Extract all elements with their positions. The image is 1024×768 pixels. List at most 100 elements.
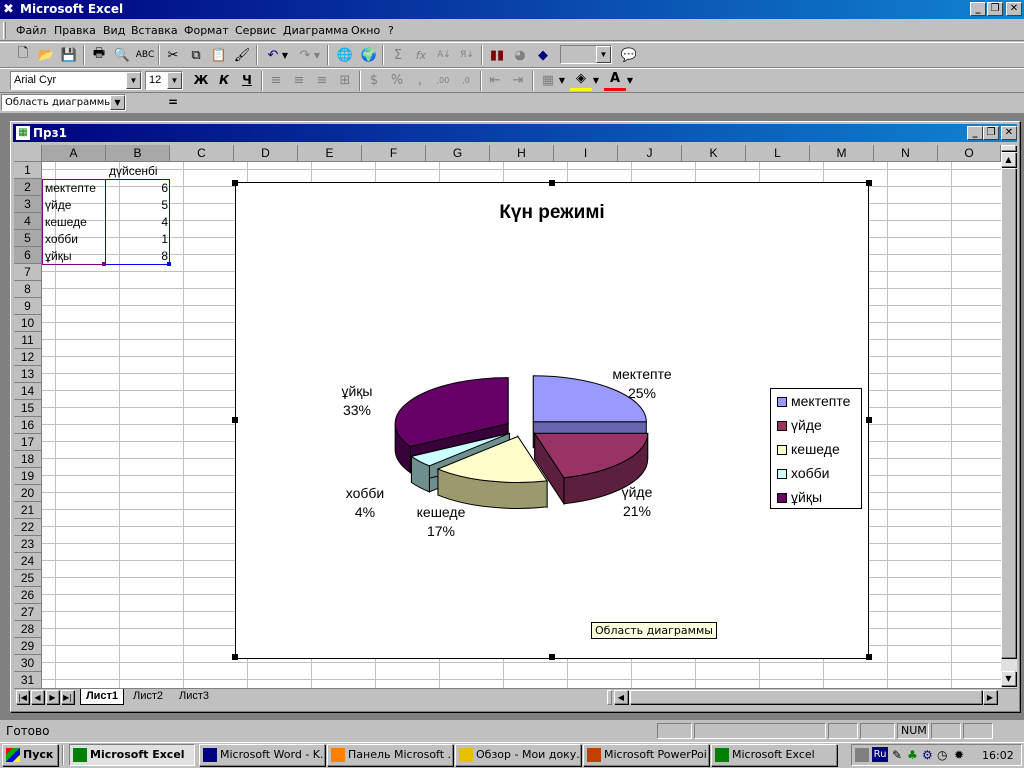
tray-icon-2[interactable]: ♣ [907, 748, 918, 762]
column-header-H[interactable]: H [490, 145, 554, 162]
tray-icon-4[interactable]: ✹ [954, 748, 964, 762]
column-header-J[interactable]: J [618, 145, 682, 162]
row-header-20[interactable]: 20 [14, 485, 42, 502]
font-combo[interactable]: Arial Cyr ▼ [10, 71, 142, 90]
network-icon[interactable] [855, 748, 869, 762]
comma-icon[interactable]: , [409, 69, 431, 91]
borders-dropdown-icon[interactable]: ▼ [557, 69, 567, 91]
menu-edit[interactable]: Правка [54, 22, 96, 40]
tab-split-bar[interactable] [607, 690, 612, 705]
column-header-N[interactable]: N [874, 145, 938, 162]
align-center-icon[interactable]: ≡ [288, 69, 310, 91]
workbook-minimize-button[interactable]: _ [967, 126, 983, 140]
decrease-indent-icon[interactable]: ⇤ [484, 69, 506, 91]
row-header-28[interactable]: 28 [14, 621, 42, 638]
font-size-combo[interactable]: 12 ▼ [145, 71, 183, 90]
clock[interactable]: 16:02 [982, 749, 1014, 762]
vscroll-up-icon[interactable]: ▲ [1001, 152, 1016, 167]
print-icon[interactable]: 🖶 [88, 44, 110, 66]
task-excel-2[interactable]: Microsoft Excel [711, 744, 837, 766]
vscroll-down-icon[interactable]: ▼ [1001, 671, 1016, 686]
row-header-5[interactable]: 5 [14, 230, 42, 247]
name-box-dropdown-icon[interactable]: ▼ [110, 95, 125, 110]
new-icon[interactable]: 🗋 [12, 44, 34, 66]
font-color-dropdown-icon[interactable]: ▼ [625, 69, 635, 91]
row-header-23[interactable]: 23 [14, 536, 42, 553]
paste-icon[interactable]: 📋 [208, 44, 230, 66]
row-header-9[interactable]: 9 [14, 298, 42, 315]
borders-icon[interactable]: ▦ [537, 69, 559, 91]
menu-view[interactable]: Вид [103, 22, 125, 40]
fill-dropdown-icon[interactable]: ▼ [591, 69, 601, 91]
tray-icon-3[interactable]: ⚙ [922, 748, 933, 762]
row-header-4[interactable]: 4 [14, 213, 42, 230]
row-header-17[interactable]: 17 [14, 434, 42, 451]
column-header-F[interactable]: F [362, 145, 426, 162]
workbook-restore-button[interactable]: ❐ [983, 126, 999, 140]
hscroll-left-icon[interactable]: ◀ [614, 690, 628, 704]
font-dropdown-icon[interactable]: ▼ [126, 72, 141, 89]
sort-asc-icon[interactable]: A↓ [433, 44, 455, 66]
restore-button[interactable]: ❐ [987, 2, 1003, 16]
column-header-K[interactable]: K [682, 145, 746, 162]
align-right-icon[interactable]: ≡ [311, 69, 333, 91]
row-header-19[interactable]: 19 [14, 468, 42, 485]
office-assistant-icon[interactable]: 💬 [618, 44, 640, 66]
row-header-16[interactable]: 16 [14, 417, 42, 434]
prev-sheet-icon[interactable]: ◀ [31, 690, 44, 704]
next-sheet-icon[interactable]: ▶ [46, 690, 59, 704]
bold-icon[interactable]: Ж [190, 69, 212, 91]
range-handle[interactable] [167, 262, 171, 266]
merge-center-icon[interactable]: ⊞ [334, 69, 356, 91]
web-toolbar-icon[interactable]: 🌍 [358, 44, 380, 66]
row-header-31[interactable]: 31 [14, 672, 42, 689]
row-header-25[interactable]: 25 [14, 570, 42, 587]
drawing-icon[interactable]: ◆ [532, 44, 554, 66]
task-word[interactable]: Microsoft Word - K... [199, 744, 325, 766]
menu-tools[interactable]: Сервис [235, 22, 276, 40]
row-header-6[interactable]: 6 [14, 247, 42, 264]
column-header-O[interactable]: O [938, 145, 1001, 162]
formula-input[interactable] [182, 94, 1022, 111]
row-header-15[interactable]: 15 [14, 400, 42, 417]
row-header-10[interactable]: 10 [14, 315, 42, 332]
italic-icon[interactable]: К [213, 69, 235, 91]
column-header-A[interactable]: A [42, 145, 106, 162]
map-icon[interactable]: ◕ [509, 44, 531, 66]
spelling-icon[interactable]: ABC [134, 44, 156, 66]
row-header-3[interactable]: 3 [14, 196, 42, 213]
tray-clock-icon[interactable]: ◷ [937, 748, 947, 762]
column-header-B[interactable]: B [106, 145, 170, 162]
row-header-18[interactable]: 18 [14, 451, 42, 468]
underline-icon[interactable]: Ч [236, 69, 258, 91]
vscroll-thumb[interactable] [1001, 168, 1016, 658]
print-preview-icon[interactable]: 🔍 [111, 44, 133, 66]
row-header-30[interactable]: 30 [14, 655, 42, 672]
sort-desc-icon[interactable]: Я↓ [456, 44, 478, 66]
size-dropdown-icon[interactable]: ▼ [167, 72, 182, 89]
column-header-M[interactable]: M [810, 145, 874, 162]
increase-decimal-icon[interactable]: ,00 [432, 69, 454, 91]
percent-icon[interactable]: % [386, 69, 408, 91]
format-painter-icon[interactable]: 🖌 [231, 44, 253, 66]
row-header-1[interactable]: 1 [14, 162, 42, 179]
task-explorer[interactable]: Обзор - Мои доку... [455, 744, 581, 766]
cut-icon[interactable]: ✂ [162, 44, 184, 66]
task-office-panel[interactable]: Панель Microsoft ... [327, 744, 453, 766]
row-header-24[interactable]: 24 [14, 553, 42, 570]
first-sheet-icon[interactable]: |◀ [16, 690, 29, 704]
select-all-corner[interactable] [14, 145, 42, 162]
column-header-G[interactable]: G [426, 145, 490, 162]
column-header-L[interactable]: L [746, 145, 810, 162]
sheet-tab-list3[interactable]: Лист3 [172, 689, 216, 705]
decrease-decimal-icon[interactable]: ,0 [455, 69, 477, 91]
name-box[interactable]: Область диаграммы ▼ [1, 94, 126, 111]
redo-dropdown-icon[interactable]: ▼ [312, 44, 322, 66]
hscroll-thumb[interactable] [630, 690, 982, 704]
currency-icon[interactable]: $ [363, 69, 385, 91]
column-header-E[interactable]: E [298, 145, 362, 162]
close-button[interactable]: ✕ [1006, 2, 1022, 16]
row-header-12[interactable]: 12 [14, 349, 42, 366]
menu-insert[interactable]: Вставка [131, 22, 178, 40]
row-header-11[interactable]: 11 [14, 332, 42, 349]
